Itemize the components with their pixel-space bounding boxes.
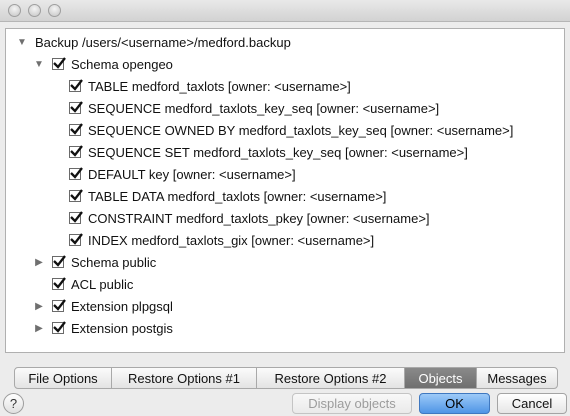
tab-restore-options-1[interactable]: Restore Options #1: [112, 368, 257, 388]
tree-item-label: Extension plpgsql: [71, 298, 173, 314]
checkbox[interactable]: [69, 233, 83, 246]
checkbox[interactable]: [69, 189, 83, 202]
tree-item-label: Schema public: [71, 254, 157, 270]
tree-item-schema-opengeo[interactable]: ▼ Schema opengeo: [33, 54, 173, 74]
tree-item-label: ACL public: [71, 276, 134, 292]
checkbox[interactable]: [69, 167, 83, 180]
tree-item-schema-public[interactable]: ▶ Schema public: [33, 252, 156, 272]
tree-item-acl-public[interactable]: ACL public: [52, 274, 133, 294]
tab-objects[interactable]: Objects: [405, 368, 477, 388]
tree-item-label: CONSTRAINT medford_taxlots_pkey [owner: …: [88, 210, 430, 226]
checkbox[interactable]: [52, 321, 66, 334]
checkbox[interactable]: [69, 211, 83, 224]
tab-messages[interactable]: Messages: [477, 368, 557, 388]
expanded-triangle-icon[interactable]: ▼: [16, 32, 28, 52]
checkbox[interactable]: [69, 123, 83, 136]
checkbox[interactable]: [52, 255, 66, 268]
cancel-button[interactable]: Cancel: [497, 393, 567, 414]
minimize-window-icon[interactable]: [28, 4, 41, 17]
help-button[interactable]: ?: [3, 393, 24, 414]
tree-item-label: SEQUENCE OWNED BY medford_taxlots_key_se…: [88, 122, 514, 138]
tree-item-constraint[interactable]: CONSTRAINT medford_taxlots_pkey [owner: …: [69, 208, 430, 228]
tree-item-label: SEQUENCE SET medford_taxlots_key_seq [ow…: [88, 144, 468, 160]
checkbox[interactable]: [69, 145, 83, 158]
tree-item-index[interactable]: INDEX medford_taxlots_gix [owner: <usern…: [69, 230, 374, 250]
objects-tree: ▼ Backup /users/<username>/medford.backu…: [5, 28, 565, 353]
expanded-triangle-icon[interactable]: ▼: [33, 54, 45, 74]
close-window-icon[interactable]: [8, 4, 21, 17]
collapsed-triangle-icon[interactable]: ▶: [33, 252, 45, 272]
tree-item-label: DEFAULT key [owner: <username>]: [88, 166, 296, 182]
tab-bar: File Options Restore Options #1 Restore …: [14, 367, 558, 389]
tree-item-label: TABLE DATA medford_taxlots [owner: <user…: [88, 188, 387, 204]
tab-restore-options-2[interactable]: Restore Options #2: [257, 368, 405, 388]
tree-item-label: TABLE medford_taxlots [owner: <username>…: [88, 78, 351, 94]
display-objects-button[interactable]: Display objects: [292, 393, 412, 414]
tab-file-options[interactable]: File Options: [15, 368, 112, 388]
tree-root-label: Backup /users/<username>/medford.backup: [35, 34, 291, 50]
window-titlebar: [0, 0, 570, 22]
tree-item-label: SEQUENCE medford_taxlots_key_seq [owner:…: [88, 100, 440, 116]
tree-item-default-key[interactable]: DEFAULT key [owner: <username>]: [69, 164, 296, 184]
collapsed-triangle-icon[interactable]: ▶: [33, 318, 45, 338]
tree-item-label: Schema opengeo: [71, 56, 173, 72]
tree-item-label: Extension postgis: [71, 320, 173, 336]
tree-root-row[interactable]: ▼ Backup /users/<username>/medford.backu…: [16, 32, 291, 52]
tree-item-table[interactable]: TABLE medford_taxlots [owner: <username>…: [69, 76, 351, 96]
tree-item-extension-plpgsql[interactable]: ▶ Extension plpgsql: [33, 296, 173, 316]
checkbox[interactable]: [69, 101, 83, 114]
checkbox[interactable]: [52, 57, 66, 70]
checkbox[interactable]: [69, 79, 83, 92]
collapsed-triangle-icon[interactable]: ▶: [33, 296, 45, 316]
tree-item-sequence[interactable]: SEQUENCE medford_taxlots_key_seq [owner:…: [69, 98, 439, 118]
tree-item-label: INDEX medford_taxlots_gix [owner: <usern…: [88, 232, 375, 248]
checkbox[interactable]: [52, 299, 66, 312]
zoom-window-icon[interactable]: [48, 4, 61, 17]
checkbox[interactable]: [52, 277, 66, 290]
tree-item-extension-postgis[interactable]: ▶ Extension postgis: [33, 318, 173, 338]
tree-item-sequence-owned-by[interactable]: SEQUENCE OWNED BY medford_taxlots_key_se…: [69, 120, 513, 140]
tree-item-table-data[interactable]: TABLE DATA medford_taxlots [owner: <user…: [69, 186, 386, 206]
tree-item-sequence-set[interactable]: SEQUENCE SET medford_taxlots_key_seq [ow…: [69, 142, 468, 162]
ok-button[interactable]: OK: [419, 393, 490, 414]
